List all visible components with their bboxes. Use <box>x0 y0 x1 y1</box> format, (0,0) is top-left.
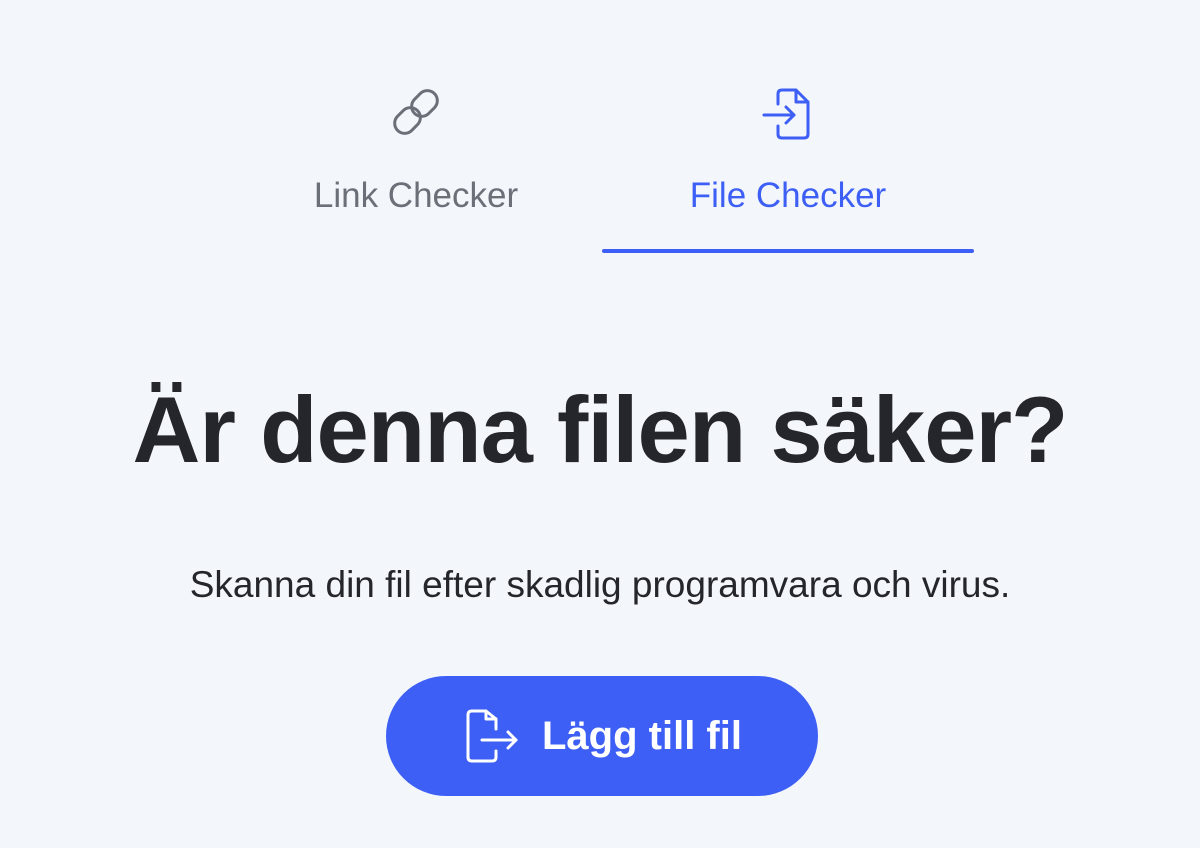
tab-link-checker-label: Link Checker <box>313 176 519 215</box>
tab-file-checker[interactable]: File Checker <box>602 80 974 254</box>
file-import-icon <box>756 80 820 144</box>
file-upload-icon <box>462 707 520 765</box>
add-file-button-label: Lägg till fil <box>542 713 742 758</box>
add-file-button[interactable]: Lägg till fil <box>386 676 818 796</box>
page-subtitle: Skanna din fil efter skadlig programvara… <box>189 564 1011 605</box>
link-icon <box>384 80 448 144</box>
tab-file-checker-label: File Checker <box>689 176 887 215</box>
active-tab-indicator <box>602 249 974 253</box>
page-title: Är denna filen säker? <box>132 377 1069 482</box>
checker-tabs: Link Checker File Checker <box>0 0 1200 260</box>
tab-link-checker[interactable]: Link Checker <box>230 80 602 254</box>
